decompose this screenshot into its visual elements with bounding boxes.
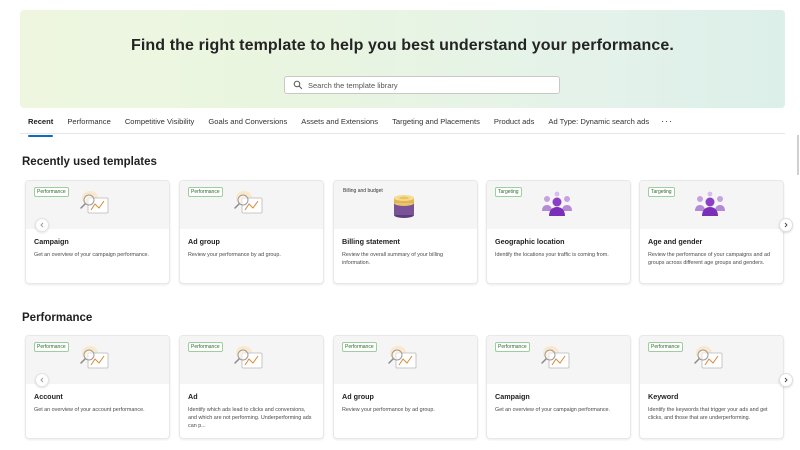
template-card-keyword[interactable]: Performance Keyword Identify the keywords … (639, 335, 784, 439)
category-badge: Performance (648, 342, 683, 352)
carousel-next-button[interactable] (779, 218, 793, 232)
tab-assets-and-extensions[interactable]: Assets and Extensions (301, 117, 378, 126)
search-icon (293, 80, 303, 90)
carousel-prev-button[interactable] (35, 373, 49, 387)
template-card-ad[interactable]: Performance Ad Identify which ads lead to … (179, 335, 324, 439)
more-tabs-button[interactable]: ··· (661, 117, 673, 126)
carousel-prev-button[interactable] (35, 218, 49, 232)
tab-ad-type-dynamic-search-ads[interactable]: Ad Type: Dynamic search ads (548, 117, 649, 126)
search-input[interactable] (303, 78, 559, 92)
chart-magnifier-icon (382, 340, 426, 380)
audience-icon (688, 185, 732, 225)
card-description: Get an overview of your account performa… (34, 407, 145, 413)
tab-product-ads[interactable]: Product ads (494, 117, 535, 126)
chart-magnifier-icon (228, 340, 272, 380)
chevron-left-icon (40, 377, 44, 383)
card-description: Identify the locations your traffic is c… (495, 252, 609, 258)
category-badge: Performance (188, 187, 223, 197)
card-title: Ad group (342, 392, 374, 401)
template-search-box[interactable] (284, 76, 560, 94)
card-preview: Performance (640, 336, 783, 384)
chevron-right-icon (784, 377, 788, 383)
carousel-next-button[interactable] (779, 373, 793, 387)
tabs-divider (20, 133, 785, 134)
card-preview: Targeting (640, 181, 783, 229)
card-preview: Performance (180, 181, 323, 229)
chart-magnifier-icon (74, 340, 118, 380)
card-preview: Performance (487, 336, 630, 384)
template-card-ad-group[interactable]: Performance Ad group Review your performan… (333, 335, 478, 439)
section-title-recent: Recently used templates (22, 156, 157, 168)
card-title: Ad group (188, 237, 220, 246)
template-card-geographic-location[interactable]: Targeting Geographic location Identify the… (486, 180, 631, 284)
card-description: Get an overview of your campaign perform… (495, 407, 611, 413)
card-title: Campaign (34, 237, 69, 246)
template-card-campaign[interactable]: Performance Campaign Get an overview of yo… (486, 335, 631, 439)
template-card-campaign[interactable]: Performance Campaign Get an overview of yo… (25, 180, 170, 284)
page-title: Find the right template to help you best… (131, 37, 674, 54)
category-badge: Performance (342, 342, 377, 352)
card-title: Age and gender (648, 237, 703, 246)
hero-banner: Find the right template to help you best… (20, 10, 785, 108)
performance-templates-row: Performance Account Get an overview of you… (25, 335, 800, 441)
category-badge: Performance (34, 187, 69, 197)
card-description: Review your performance by ad group. (342, 407, 435, 413)
category-badge: Billing and budget (343, 188, 383, 194)
card-title: Account (34, 392, 63, 401)
category-badge: Targeting (648, 187, 675, 197)
tab-goals-and-conversions[interactable]: Goals and Conversions (208, 117, 287, 126)
card-title: Campaign (495, 392, 530, 401)
coin-stack-icon (382, 185, 426, 225)
category-badge: Targeting (495, 187, 522, 197)
category-badge: Performance (34, 342, 69, 352)
card-description: Identify which ads lead to clicks and co… (188, 407, 312, 429)
card-description: Review your performance by ad group. (188, 252, 281, 258)
chart-magnifier-icon (535, 340, 579, 380)
tab-recent[interactable]: Recent (28, 117, 54, 137)
card-title: Geographic location (495, 237, 565, 246)
template-card-age-and-gender[interactable]: Targeting Age and gender Review the perfor… (639, 180, 784, 284)
card-title: Keyword (648, 392, 679, 401)
template-card-ad-group[interactable]: Performance Ad group Review your performan… (179, 180, 324, 284)
chart-magnifier-icon (688, 340, 732, 380)
card-preview: Performance (180, 336, 323, 384)
card-description: Review the performance of your campaigns… (648, 252, 770, 266)
card-description: Identify the keywords that trigger your … (648, 407, 768, 421)
category-badge: Performance (188, 342, 223, 352)
recent-templates-row: Performance Campaign Get an overview of yo… (25, 180, 800, 286)
card-description: Review the overall summary of your billi… (342, 252, 443, 266)
category-tabs: Recent Performance Competitive Visibilit… (28, 114, 673, 137)
tab-performance[interactable]: Performance (67, 117, 110, 126)
card-title: Ad (188, 392, 198, 401)
template-card-billing-statement[interactable]: Billing and budget Billing statement Revie… (333, 180, 478, 284)
chart-magnifier-icon (228, 185, 272, 225)
category-badge: Performance (495, 342, 530, 352)
card-preview: Billing and budget (334, 181, 477, 229)
tab-competitive-visibility[interactable]: Competitive Visibility (125, 117, 195, 126)
chevron-left-icon (40, 222, 44, 228)
card-preview: Targeting (487, 181, 630, 229)
chart-magnifier-icon (74, 185, 118, 225)
template-card-account[interactable]: Performance Account Get an overview of you… (25, 335, 170, 439)
card-title: Billing statement (342, 237, 400, 246)
scrollbar[interactable] (797, 135, 799, 175)
card-preview: Performance (334, 336, 477, 384)
audience-icon (535, 185, 579, 225)
chevron-right-icon (784, 222, 788, 228)
section-title-performance: Performance (22, 312, 93, 324)
card-description: Get an overview of your campaign perform… (34, 252, 150, 258)
tab-targeting-and-placements[interactable]: Targeting and Placements (392, 117, 480, 126)
